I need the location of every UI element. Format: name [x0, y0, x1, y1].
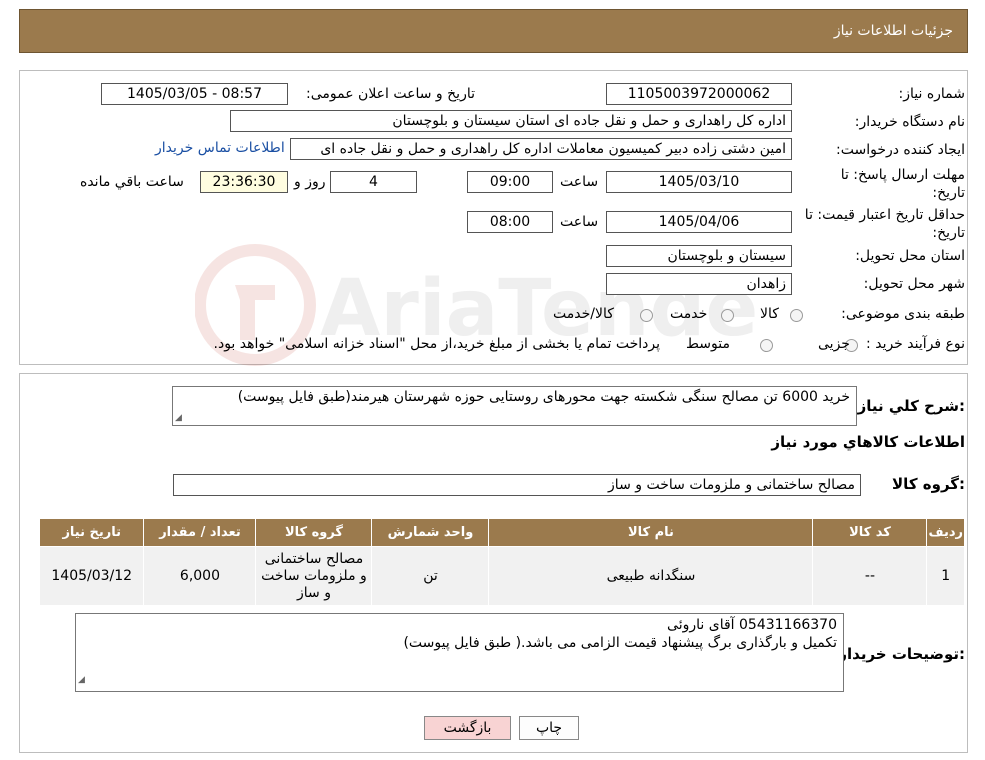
category-option-goods: کالا: [760, 306, 779, 322]
province-field: سیستان و بلوچستان: [606, 245, 792, 267]
cell-name: سنگدانه طبیعی: [488, 546, 814, 606]
cell-unit: تن: [371, 546, 490, 606]
table-row: 1 -- سنگدانه طبیعی تن مصالح ساختمانی و م…: [38, 546, 965, 606]
category-radio-goods[interactable]: [790, 309, 803, 322]
cell-code: --: [812, 546, 928, 606]
process-label: نوع فرآیند خرید :: [866, 336, 965, 352]
requester-field: امین دشتی زاده دبیر کمیسیون معاملات ادار…: [290, 138, 792, 160]
province-label: استان محل تحویل:: [855, 248, 965, 264]
days-label: روز و: [294, 174, 326, 190]
col-header-quantity: تعداد / مقدار: [143, 518, 257, 547]
deadline-date-field: 1405/03/10: [606, 171, 792, 193]
announce-field: 1405/03/05 - 08:57: [101, 83, 288, 105]
cell-date: 1405/03/12: [38, 546, 145, 606]
page-header: جزئیات اطلاعات نیاز: [19, 9, 968, 53]
col-header-unit: واحد شمارش: [371, 518, 490, 547]
goods-group-label: گروه کالا:: [892, 475, 965, 493]
validity-time-label: ساعت: [560, 214, 599, 230]
resize-grip-icon[interactable]: ◢: [175, 413, 182, 423]
validity-date-field: 1405/04/06: [606, 211, 792, 233]
requester-label: ایجاد کننده درخواست:: [836, 142, 965, 158]
buyer-notes-line1: 05431166370 آقای ناروئی: [667, 617, 837, 633]
city-label: شهر محل تحویل:: [863, 276, 965, 292]
col-header-code: کد کالا: [812, 518, 928, 547]
col-header-date: تاریخ نیاز: [38, 518, 145, 547]
deadline-label: مهلت ارسال پاسخ: تا تاریخ:: [840, 167, 965, 201]
page-title: جزئیات اطلاعات نیاز: [833, 23, 953, 39]
cell-group: مصالح ساختمانی و ملزومات ساخت و ساز: [255, 546, 373, 606]
summary-textbox[interactable]: خرید 6000 تن مصالح سنگی شکسته جهت محورها…: [172, 386, 857, 426]
items-table: ردیف کد کالا نام کالا واحد شمارش گروه کا…: [38, 518, 965, 606]
validity-time-field: 08:00: [467, 211, 553, 233]
buyer-notes-textbox[interactable]: 05431166370 آقای ناروئی تکمیل و بارگذاری…: [75, 613, 844, 692]
category-radio-service[interactable]: [721, 309, 734, 322]
items-table-wrapper: ردیف کد کالا نام کالا واحد شمارش گروه کا…: [38, 518, 965, 606]
category-option-goods-service: کالا/خدمت: [553, 306, 614, 322]
announce-label: تاریخ و ساعت اعلان عمومی:: [306, 86, 475, 102]
process-radio-medium[interactable]: [760, 339, 773, 352]
print-button[interactable]: چاپ: [519, 716, 579, 740]
buyer-notes-label: توضیحات خریدار:: [838, 645, 965, 663]
category-option-service: خدمت: [670, 306, 708, 322]
summary-text: خرید 6000 تن مصالح سنگی شکسته جهت محورها…: [237, 389, 850, 405]
city-field: زاهدان: [606, 273, 792, 295]
col-header-name: نام کالا: [488, 518, 814, 547]
buyer-org-label: نام دستگاه خریدار:: [854, 114, 965, 130]
summary-label: شرح کلي نیاز:: [857, 397, 965, 415]
table-header-row: ردیف کد کالا نام کالا واحد شمارش گروه کا…: [38, 518, 965, 547]
contact-buyer-link[interactable]: اطلاعات تماس خریدار: [155, 140, 285, 156]
col-header-row-no: ردیف: [926, 518, 965, 547]
process-option-minor: جزیی: [818, 336, 850, 352]
category-radio-goods-service[interactable]: [640, 309, 653, 322]
need-number-label: شماره نیاز:: [898, 86, 966, 102]
deadline-time-field: 09:00: [467, 171, 553, 193]
need-number-field: 1105003972000062: [606, 83, 792, 105]
back-button[interactable]: بازگشت: [424, 716, 511, 740]
col-header-group: گروه کالا: [255, 518, 373, 547]
remaining-label: ساعت باقي مانده: [80, 174, 184, 190]
days-field: 4: [330, 171, 417, 193]
buyer-notes-line2: تکمیل و بارگذاری برگ پیشنهاد قیمت الزامی…: [403, 635, 837, 651]
deadline-time-label: ساعت: [560, 174, 599, 190]
goods-section-title: اطلاعات کالاهاي مورد نیاز: [771, 433, 965, 451]
process-note: پرداخت تمام یا بخشی از مبلغ خرید،از محل …: [213, 336, 660, 352]
remaining-time-field: 23:36:30: [200, 171, 288, 193]
goods-group-field: مصالح ساختمانی و ملزومات ساخت و ساز: [173, 474, 861, 496]
category-label: طبقه بندی موضوعی:: [841, 306, 965, 322]
validity-label: حداقل تاریخ اعتبار قیمت: تا تاریخ:: [804, 207, 965, 241]
process-option-medium: متوسط: [686, 336, 730, 352]
resize-grip-icon[interactable]: ◢: [78, 671, 85, 689]
cell-quantity: 6,000: [143, 546, 257, 606]
buyer-org-field: اداره کل راهداری و حمل و نقل جاده ای است…: [230, 110, 792, 132]
cell-row-no: 1: [926, 546, 965, 606]
